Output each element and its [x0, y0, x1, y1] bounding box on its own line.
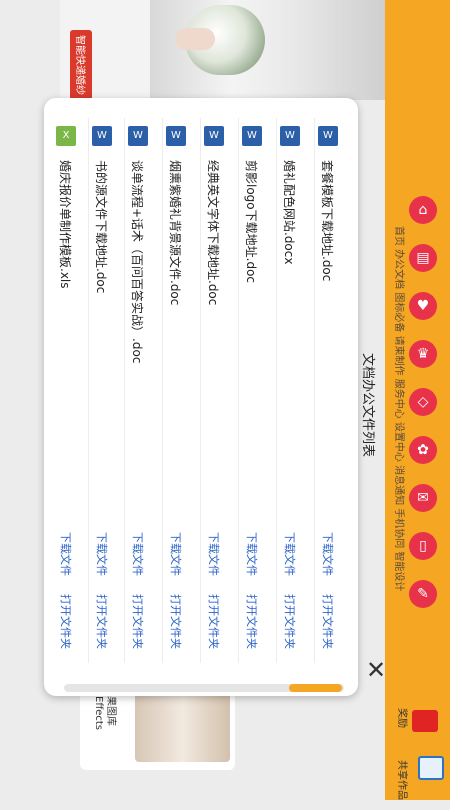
row-divider [88, 118, 89, 663]
template-card-image [135, 686, 230, 762]
download-file-link[interactable]: 下载文件 [280, 532, 298, 582]
open-folder-link[interactable]: 打开文件夹 [166, 594, 184, 656]
file-name[interactable]: 书的源文件下载地址.doc [92, 160, 110, 490]
word-file-icon: W [242, 126, 262, 146]
file-name[interactable]: 婚礼配色网站.docx [280, 160, 298, 490]
file-name[interactable]: 婚庆报价单制作模板.xls [56, 160, 74, 490]
file-name[interactable]: 经典英文字体下载地址.doc [204, 160, 222, 490]
excel-file-icon: X [56, 126, 76, 146]
open-folder-link[interactable]: 打开文件夹 [280, 594, 298, 656]
reward-label: 奖励 [396, 708, 407, 728]
word-file-icon: W [280, 126, 300, 146]
open-folder-link[interactable]: 打开文件夹 [56, 594, 74, 656]
word-file-icon: W [92, 126, 112, 146]
download-file-link[interactable]: 下载文件 [92, 532, 110, 582]
row-divider [276, 118, 277, 663]
sidebar-item-invitation[interactable]: ♛ [409, 340, 437, 368]
row-divider [124, 118, 125, 663]
banner-tag-text: 智能快递婚纱 [74, 35, 85, 95]
sidebar-item-messages[interactable]: ✉ [409, 484, 437, 512]
home-icon: ⌂ [418, 202, 428, 218]
open-folder-link[interactable]: 打开文件夹 [204, 594, 222, 656]
open-folder-link[interactable]: 打开文件夹 [128, 594, 146, 656]
gear-icon: ✿ [417, 442, 429, 458]
mail-icon: ✉ [417, 490, 429, 506]
open-folder-link[interactable]: 打开文件夹 [242, 594, 260, 656]
sidebar-item-settings[interactable]: ✿ [409, 436, 437, 464]
diamond-icon: ◇ [417, 394, 429, 410]
word-file-icon: W [166, 126, 186, 146]
file-name[interactable]: 套餐模板下载地址.doc [318, 160, 336, 490]
sidebar-item-design[interactable]: ✎ [409, 580, 437, 608]
crown-icon: ♛ [416, 346, 430, 362]
row-divider [162, 118, 163, 663]
file-name[interactable]: 剪影logo下载地址.doc [242, 160, 260, 490]
share-icon[interactable] [418, 756, 444, 780]
document-icon: ▤ [416, 250, 430, 266]
word-file-icon: W [204, 126, 224, 146]
phone-icon: ▯ [419, 538, 427, 554]
scrollbar-thumb[interactable] [289, 684, 342, 692]
heart-icon: ♥ [416, 298, 430, 314]
download-file-link[interactable]: 下载文件 [204, 532, 222, 582]
row-divider [238, 118, 239, 663]
row-divider [200, 118, 201, 663]
red-envelope-icon[interactable] [412, 710, 438, 732]
download-file-link[interactable]: 下载文件 [128, 532, 146, 582]
close-icon[interactable]: ✕ [362, 656, 390, 684]
download-file-link[interactable]: 下载文件 [56, 532, 74, 582]
download-file-link[interactable]: 下载文件 [318, 532, 336, 582]
sidebar-item-icons[interactable]: ♥ [409, 292, 437, 320]
pen-icon: ✎ [417, 586, 429, 602]
download-file-link[interactable]: 下载文件 [242, 532, 260, 582]
template-card-line1: 果图库 [105, 696, 116, 726]
template-card-line2: Effects [93, 696, 104, 730]
open-folder-link[interactable]: 打开文件夹 [92, 594, 110, 656]
sidebar-item-home[interactable]: ⌂ [409, 196, 437, 224]
sidebar-item-mobile[interactable]: ▯ [409, 532, 437, 560]
file-name[interactable]: 烟熏紫婚礼背景源文件.doc [166, 160, 184, 490]
dialog-title: 文档办公文件列表 [360, 352, 375, 457]
sidebar-item-service[interactable]: ◇ [409, 388, 437, 416]
wedding-photo [150, 0, 385, 100]
sidebar-item-office-docs[interactable]: ▤ [409, 244, 437, 272]
file-name[interactable]: 谈单流程+话术（百问百答实战）.doc [128, 160, 146, 490]
sidebar-nav-labels: 首页 办公文档 图标必备 请柬制作 服务中心 设置中心 消息通知 手机协同 智能… [393, 226, 404, 592]
share-label: 共享作品 [396, 760, 407, 800]
open-folder-link[interactable]: 打开文件夹 [318, 594, 336, 656]
hand-image [175, 28, 215, 50]
row-divider [314, 118, 315, 663]
word-file-icon: W [318, 126, 338, 146]
word-file-icon: W [128, 126, 148, 146]
download-file-link[interactable]: 下载文件 [166, 532, 184, 582]
